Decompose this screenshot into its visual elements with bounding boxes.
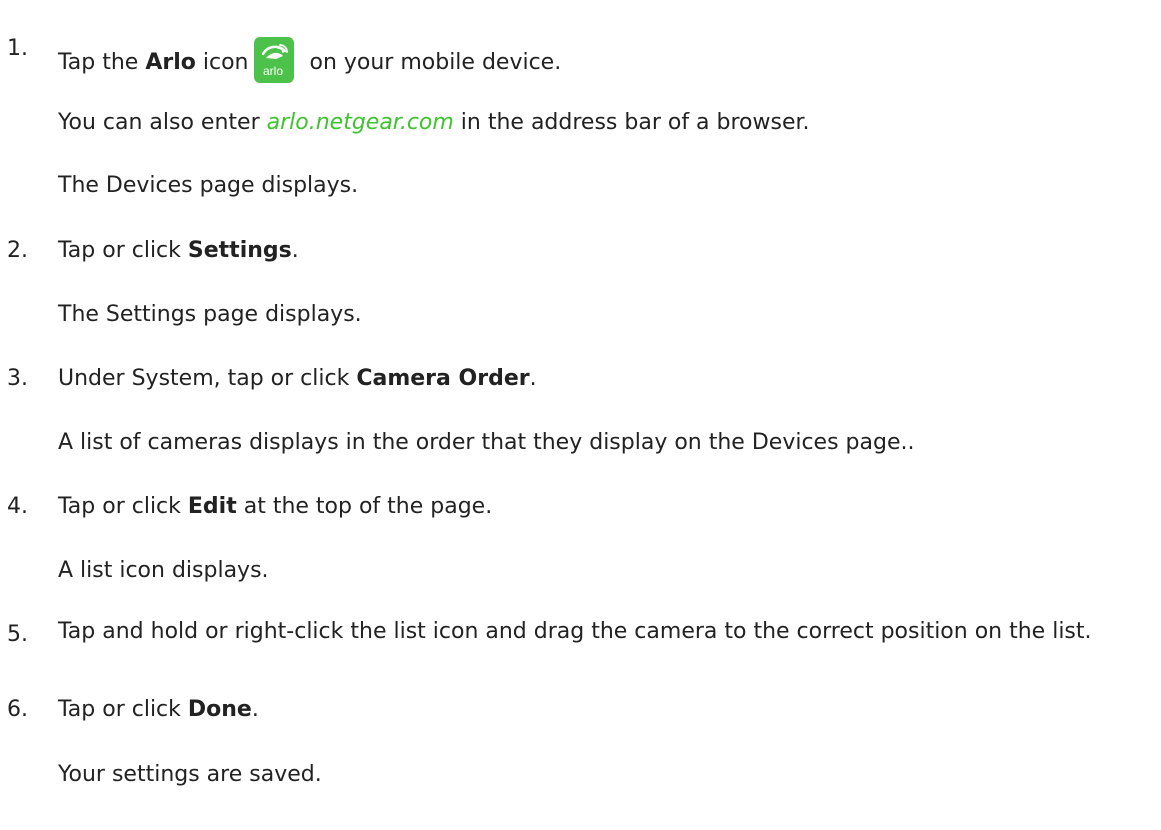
step-2-note: The Settings page displays. bbox=[58, 302, 362, 327]
step-6-pre: Tap or click bbox=[58, 697, 188, 722]
step-4-number: 4. bbox=[7, 494, 28, 519]
step-3-pre: Under System, tap or click bbox=[58, 366, 357, 391]
step-1-post: on your mobile device. bbox=[302, 50, 562, 75]
step-1-note-2: The Devices page displays. bbox=[58, 173, 359, 198]
step-1-bold: Arlo bbox=[145, 50, 196, 75]
instruction-document: 1. Tap the Arlo icon arlo on your mobile… bbox=[0, 0, 1161, 830]
step-4-note: A list icon displays. bbox=[58, 558, 269, 583]
step-6-number: 6. bbox=[7, 697, 28, 722]
step-2-post: . bbox=[291, 238, 299, 263]
step-6-note: Your settings are saved. bbox=[58, 762, 322, 787]
step-1-text: Tap the Arlo icon arlo on your mobile de… bbox=[58, 37, 561, 83]
step-6-text: Tap or click Done. bbox=[58, 698, 259, 722]
step-3-note: A list of cameras displays in the order … bbox=[58, 430, 915, 455]
step-5-number: 5. bbox=[7, 622, 28, 647]
step-1-number: 1. bbox=[7, 36, 28, 61]
step-4-text: Tap or click Edit at the top of the page… bbox=[58, 495, 492, 519]
step-1-note-1: You can also enter arlo.netgear.com in t… bbox=[58, 111, 810, 135]
step-2-number: 2. bbox=[7, 238, 28, 263]
svg-text:arlo: arlo bbox=[263, 64, 283, 78]
step-3-post: . bbox=[529, 366, 537, 391]
step-3-number: 3. bbox=[7, 366, 28, 391]
step-1-mid: icon bbox=[195, 50, 249, 75]
step-4-bold: Edit bbox=[187, 494, 237, 519]
step-4-pre: Tap or click bbox=[58, 494, 188, 519]
step-3-bold: Camera Order bbox=[356, 366, 530, 391]
step-5-text: Tap and hold or right-click the list ico… bbox=[58, 619, 1092, 644]
step-1-note-1-post: in the address bar of a browser. bbox=[453, 110, 810, 135]
step-2-text: Tap or click Settings. bbox=[58, 239, 299, 263]
step-1-pre: Tap the bbox=[58, 50, 146, 75]
arlo-app-icon: arlo bbox=[254, 37, 295, 83]
step-1-note-1-pre: You can also enter bbox=[58, 110, 267, 135]
step-2-pre: Tap or click bbox=[58, 238, 188, 263]
step-3-text: Under System, tap or click Camera Order. bbox=[58, 367, 537, 391]
arlo-website-link[interactable]: arlo.netgear.com bbox=[267, 110, 454, 135]
step-4-post: at the top of the page. bbox=[236, 494, 493, 519]
step-2-bold: Settings bbox=[187, 238, 292, 263]
step-6-post: . bbox=[251, 697, 259, 722]
step-6-bold: Done bbox=[187, 697, 252, 722]
